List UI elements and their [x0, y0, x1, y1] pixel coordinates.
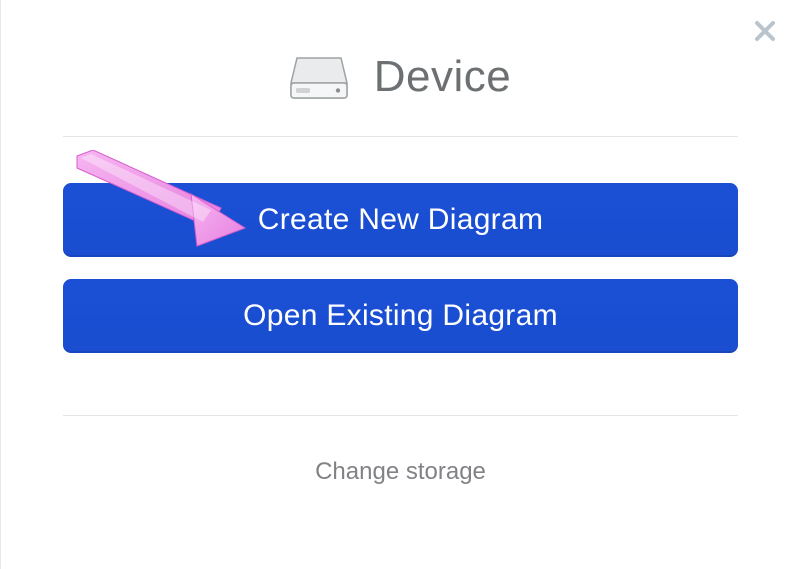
dialog-header: Device	[1, 52, 800, 102]
divider-bottom	[63, 415, 738, 416]
drive-icon	[290, 55, 348, 99]
change-storage-link[interactable]: Change storage	[1, 458, 800, 486]
divider-top	[63, 136, 738, 137]
create-new-diagram-button[interactable]: Create New Diagram	[63, 183, 738, 257]
close-icon	[754, 20, 776, 42]
close-button[interactable]	[754, 20, 776, 42]
dialog-title: Device	[374, 52, 512, 102]
open-existing-diagram-button[interactable]: Open Existing Diagram	[63, 279, 738, 353]
storage-dialog: Device Create New Diagram Open Existing …	[0, 0, 800, 569]
primary-buttons: Create New Diagram Open Existing Diagram	[1, 183, 800, 353]
